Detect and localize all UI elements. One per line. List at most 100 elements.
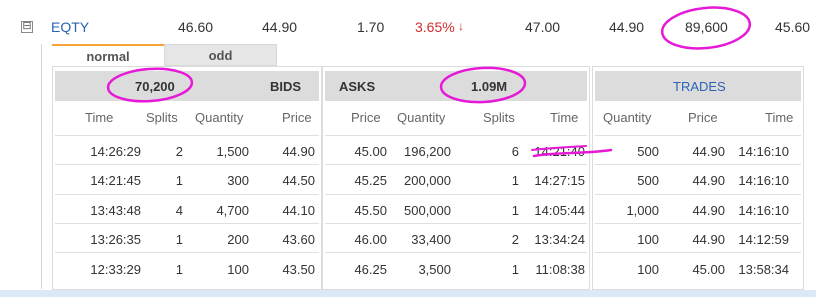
- summary-value-7: 45.60: [775, 19, 811, 35]
- expand-collapse-toggle[interactable]: ⊟: [21, 21, 33, 33]
- trade-quantity: 500: [637, 144, 659, 159]
- asks-col-price: Price: [351, 110, 381, 125]
- tree-guide-line: [41, 44, 42, 289]
- ask-price: 45.25: [354, 173, 387, 188]
- ask-time: 11:08:38: [535, 262, 585, 277]
- bid-quantity: 1,500: [216, 144, 249, 159]
- bid-quantity: 300: [227, 173, 249, 188]
- trade-price: 44.90: [692, 173, 725, 188]
- ask-price: 45.00: [354, 144, 387, 159]
- ask-price: 45.50: [354, 203, 387, 218]
- trades-col-price: Price: [688, 110, 718, 125]
- ask-splits: 1: [511, 262, 519, 277]
- trades-header: TRADES: [595, 71, 801, 101]
- bid-time: 14:26:29: [90, 144, 141, 159]
- asks-col-time: Time: [550, 110, 579, 125]
- summary-volume: 89,600: [685, 19, 728, 35]
- bid-splits: 1: [175, 173, 183, 188]
- bid-splits: 4: [175, 203, 183, 218]
- divider: [55, 252, 319, 253]
- summary-value-5: 44.90: [609, 19, 645, 35]
- trade-price: 44.90: [692, 203, 725, 218]
- divider: [325, 194, 587, 195]
- divider: [325, 164, 587, 165]
- trades-col-quantity: Quantity: [603, 110, 652, 125]
- bid-splits: 2: [175, 144, 183, 159]
- bids-title: BIDS: [269, 79, 301, 94]
- asks-title: ASKS: [339, 79, 376, 94]
- change-percent: 3.65%: [415, 19, 455, 35]
- ask-splits: 2: [511, 232, 519, 247]
- ask-price: 46.00: [354, 232, 387, 247]
- divider: [55, 135, 319, 136]
- divider: [595, 194, 801, 195]
- bids-col-price: Price: [282, 110, 312, 125]
- trade-time: 14:16:10: [738, 144, 789, 159]
- summary-value-1: 46.60: [178, 19, 214, 35]
- trade-time: 14:12:59: [738, 232, 789, 247]
- bids-panel: 70,200 BIDS Time Splits Quantity Price 1…: [52, 66, 322, 290]
- bid-time: 13:26:35: [90, 232, 141, 247]
- divider: [55, 223, 319, 224]
- trade-quantity: 500: [637, 173, 659, 188]
- bid-quantity: 200: [227, 232, 249, 247]
- asks-header: ASKS 1.09M: [325, 71, 587, 101]
- asks-col-splits: Splits: [483, 110, 515, 125]
- trades-panel: TRADES Quantity Price Time 500 44.90 14:…: [592, 66, 804, 290]
- bids-col-splits: Splits: [146, 110, 178, 125]
- bid-splits: 1: [175, 262, 183, 277]
- ask-splits: 1: [511, 173, 519, 188]
- bid-splits: 1: [175, 232, 183, 247]
- bid-time: 12:33:29: [90, 262, 141, 277]
- divider: [595, 164, 801, 165]
- summary-value-3: 1.70: [357, 19, 385, 35]
- trades-col-time: Time: [765, 110, 794, 125]
- bids-header: 70,200 BIDS: [55, 71, 319, 101]
- divider: [595, 223, 801, 224]
- trade-price: 44.90: [692, 232, 725, 247]
- tab-normal[interactable]: normal: [52, 44, 164, 66]
- summary-value-2: 44.90: [262, 19, 298, 35]
- bid-price: 43.60: [282, 232, 315, 247]
- divider: [325, 135, 587, 136]
- ask-time: 14:21:40: [534, 144, 585, 159]
- trade-price: 44.90: [692, 144, 725, 159]
- asks-count: 1.09M: [471, 79, 508, 94]
- summary-value-4: 47.00: [525, 19, 561, 35]
- trade-quantity: 100: [637, 232, 659, 247]
- trade-price: 45.00: [692, 262, 725, 277]
- bids-col-time: Time: [85, 110, 114, 125]
- trade-time: 14:16:10: [738, 203, 789, 218]
- trade-time: 13:58:34: [738, 262, 789, 277]
- bid-quantity: 100: [227, 262, 249, 277]
- bid-quantity: 4,700: [216, 203, 249, 218]
- trade-quantity: 100: [637, 262, 659, 277]
- bids-count: 70,200: [135, 79, 175, 94]
- trade-time: 14:16:10: [738, 173, 789, 188]
- ask-price: 46.25: [354, 262, 387, 277]
- divider: [55, 164, 319, 165]
- ask-quantity: 200,000: [404, 173, 451, 188]
- asks-col-quantity: Quantity: [397, 110, 446, 125]
- down-arrow-icon: ↓: [458, 19, 464, 33]
- asks-panel: ASKS 1.09M Price Quantity Splits Time 45…: [322, 66, 590, 290]
- bid-price: 44.50: [282, 173, 315, 188]
- bid-time: 14:21:45: [90, 173, 141, 188]
- tab-odd[interactable]: odd: [164, 44, 277, 66]
- ask-time: 14:27:15: [534, 173, 585, 188]
- bid-price: 43.50: [282, 262, 315, 277]
- next-row-strip: [0, 290, 816, 297]
- ask-quantity: 500,000: [404, 203, 451, 218]
- trades-title[interactable]: TRADES: [673, 79, 726, 94]
- divider: [325, 223, 587, 224]
- bid-time: 13:43:48: [90, 203, 141, 218]
- symbol-link[interactable]: EQTY: [51, 19, 89, 35]
- ask-splits: 1: [511, 203, 519, 218]
- ask-splits: 6: [511, 144, 519, 159]
- divider: [595, 135, 801, 136]
- divider: [325, 252, 587, 253]
- ask-quantity: 196,200: [404, 144, 451, 159]
- ask-time: 13:34:24: [534, 232, 585, 247]
- ask-quantity: 3,500: [418, 262, 451, 277]
- trade-quantity: 1,000: [626, 203, 659, 218]
